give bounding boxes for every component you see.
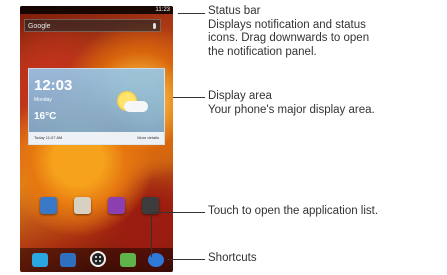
widget-temperature: 16°C (34, 111, 57, 122)
widget-more-details[interactable]: More details (137, 132, 159, 144)
status-bar-title: Status bar (208, 5, 261, 17)
home-app-row (40, 197, 162, 219)
play-store-icon[interactable] (40, 197, 57, 214)
status-bar[interactable]: 11:23 (20, 6, 173, 14)
display-area-callout: Display area Your phone's major display … (208, 90, 375, 117)
cloud-icon (124, 101, 148, 112)
google-search-bar[interactable]: Google (24, 19, 161, 32)
messaging-icon[interactable] (120, 253, 136, 267)
gallery-icon[interactable] (108, 197, 125, 214)
status-bar-desc-2: icons. Drag downwards to open (208, 32, 370, 44)
widget-updated: Today 11:07 AM (34, 135, 63, 140)
status-bar-callout: Status bar Displays notification and sta… (208, 5, 369, 59)
status-bar-pointer (178, 13, 205, 14)
display-area-pointer (173, 97, 205, 98)
weather-clock-widget[interactable]: 12:03 Monday 16°C Today 11:07 AM More de… (28, 68, 165, 145)
phone-dialer-icon[interactable] (32, 253, 48, 267)
mail-icon[interactable] (74, 197, 91, 214)
app-list-pointer-v (151, 212, 152, 257)
widget-date: Monday (34, 97, 52, 103)
shortcuts-pointer (167, 259, 205, 260)
app-list-callout: Touch to open the application list. (208, 205, 379, 217)
search-label: Google (28, 23, 51, 30)
status-time: 11:23 (155, 7, 170, 13)
microphone-icon[interactable] (153, 23, 156, 29)
shortcuts-callout: Shortcuts (208, 252, 257, 264)
contacts-icon[interactable] (60, 253, 76, 267)
display-area-desc: Your phone's major display area. (208, 103, 375, 116)
status-bar-desc-3: the notification panel. (208, 45, 317, 58)
app-list-pointer-h (151, 212, 205, 213)
app-list-button[interactable] (90, 251, 106, 267)
widget-time: 12:03 (34, 77, 73, 94)
display-area-title: Display area (208, 90, 272, 102)
status-bar-desc-1: Displays notification and status (208, 18, 366, 31)
widget-footer: Today 11:07 AM More details (29, 132, 164, 144)
